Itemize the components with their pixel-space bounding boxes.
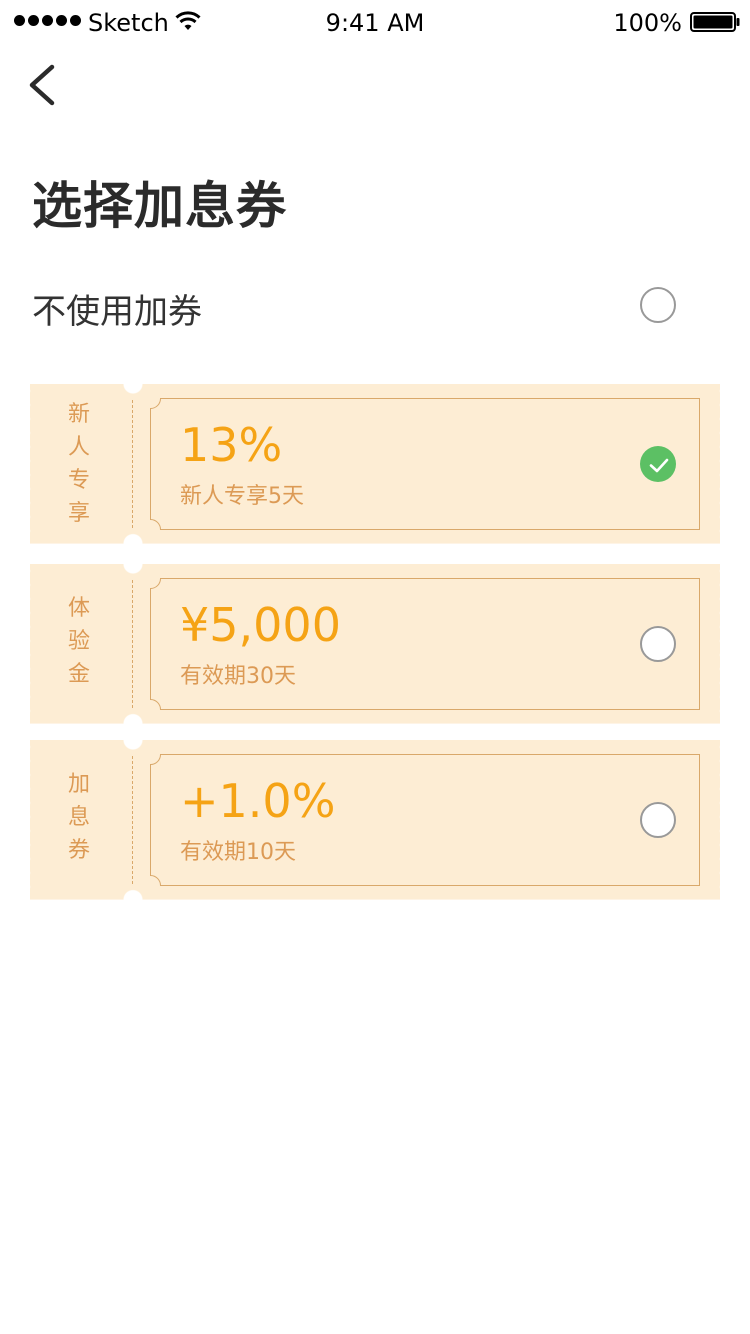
coupon-value: +1.0% [180, 774, 336, 828]
check-icon [649, 458, 669, 473]
no-coupon-option[interactable]: 不使用加券 [32, 276, 682, 336]
coupon-value: 13% [180, 418, 283, 472]
coupon-radio[interactable] [640, 802, 676, 838]
coupon-value: ¥5,000 [180, 598, 341, 652]
coupon-card[interactable]: 新人专享 13% 新人专享5天 [26, 384, 724, 544]
battery-percent: 100% [613, 9, 682, 37]
page-title: 选择加息券 [32, 177, 287, 235]
coupon-body: ¥5,000 有效期30天 [150, 578, 700, 710]
coupon-desc: 新人专享5天 [180, 484, 304, 509]
coupon-card[interactable]: 加息券 +1.0% 有效期10天 [26, 740, 724, 900]
back-chevron-icon[interactable] [26, 62, 62, 108]
stub-divider [132, 756, 133, 884]
coupon-radio[interactable] [640, 626, 676, 662]
no-coupon-radio[interactable] [640, 287, 676, 323]
coupon-stub-label: 加息券 [67, 772, 90, 863]
no-coupon-label: 不使用加券 [32, 292, 202, 332]
coupon-desc: 有效期30天 [180, 664, 296, 689]
coupon-body: +1.0% 有效期10天 [150, 754, 700, 886]
coupon-card[interactable]: 体验金 ¥5,000 有效期30天 [26, 564, 724, 724]
coupon-radio-selected[interactable] [640, 446, 676, 482]
coupon-desc: 有效期10天 [180, 840, 296, 865]
coupon-stub-label: 新人专享 [67, 402, 90, 526]
stub-divider [132, 580, 133, 708]
stub-divider [132, 400, 133, 528]
coupon-body: 13% 新人专享5天 [150, 398, 700, 530]
status-bar: Sketch 9:41 AM 100% [0, 0, 750, 44]
battery-icon [690, 12, 740, 32]
coupon-stub-label: 体验金 [67, 596, 90, 687]
